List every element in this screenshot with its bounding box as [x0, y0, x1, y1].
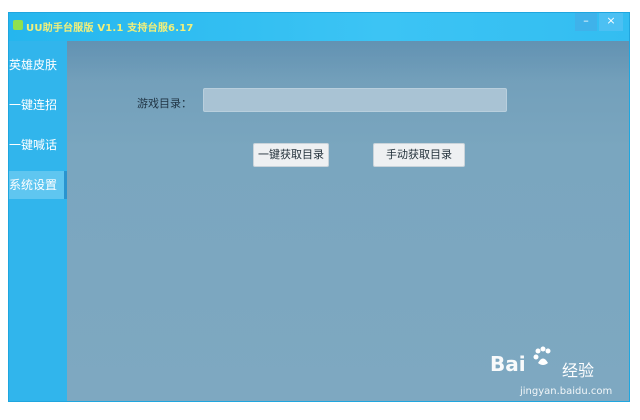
close-button[interactable]: ×	[599, 13, 623, 31]
baidu-paw-icon	[533, 346, 551, 365]
game-dir-input[interactable]	[203, 88, 507, 112]
minimize-button[interactable]: –	[575, 13, 597, 31]
app-logo-icon	[13, 20, 23, 30]
baidu-watermark-suffix: 经验	[562, 361, 595, 380]
window-title: UU助手台服版 V1.1 支持台服6.17	[26, 23, 194, 34]
manual-get-dir-button[interactable]: 手动获取目录	[373, 143, 465, 167]
baidu-watermark-brand: Bai	[490, 352, 526, 376]
title-bar[interactable]: UU助手台服版 V1.1 支持台服6.17 – ×	[9, 13, 629, 41]
auto-get-dir-button[interactable]: 一键获取目录	[253, 143, 329, 167]
app-window: UU助手台服版 V1.1 支持台服6.17 – × 英雄皮肤 一键连招 一键喊话…	[8, 12, 630, 402]
sidebar-item-combo[interactable]: 一键连招	[9, 91, 67, 119]
game-dir-label: 游戏目录：	[137, 97, 192, 110]
sidebar-item-hero-skins[interactable]: 英雄皮肤	[9, 51, 67, 79]
sidebar-item-chat[interactable]: 一键喊话	[9, 131, 67, 159]
sidebar-item-system-settings[interactable]: 系统设置	[9, 171, 67, 199]
sidebar: 英雄皮肤 一键连招 一键喊话 系统设置	[9, 41, 67, 401]
panel-header-shade	[67, 41, 629, 81]
baidu-watermark-url: jingyan.baidu.com	[520, 386, 613, 397]
